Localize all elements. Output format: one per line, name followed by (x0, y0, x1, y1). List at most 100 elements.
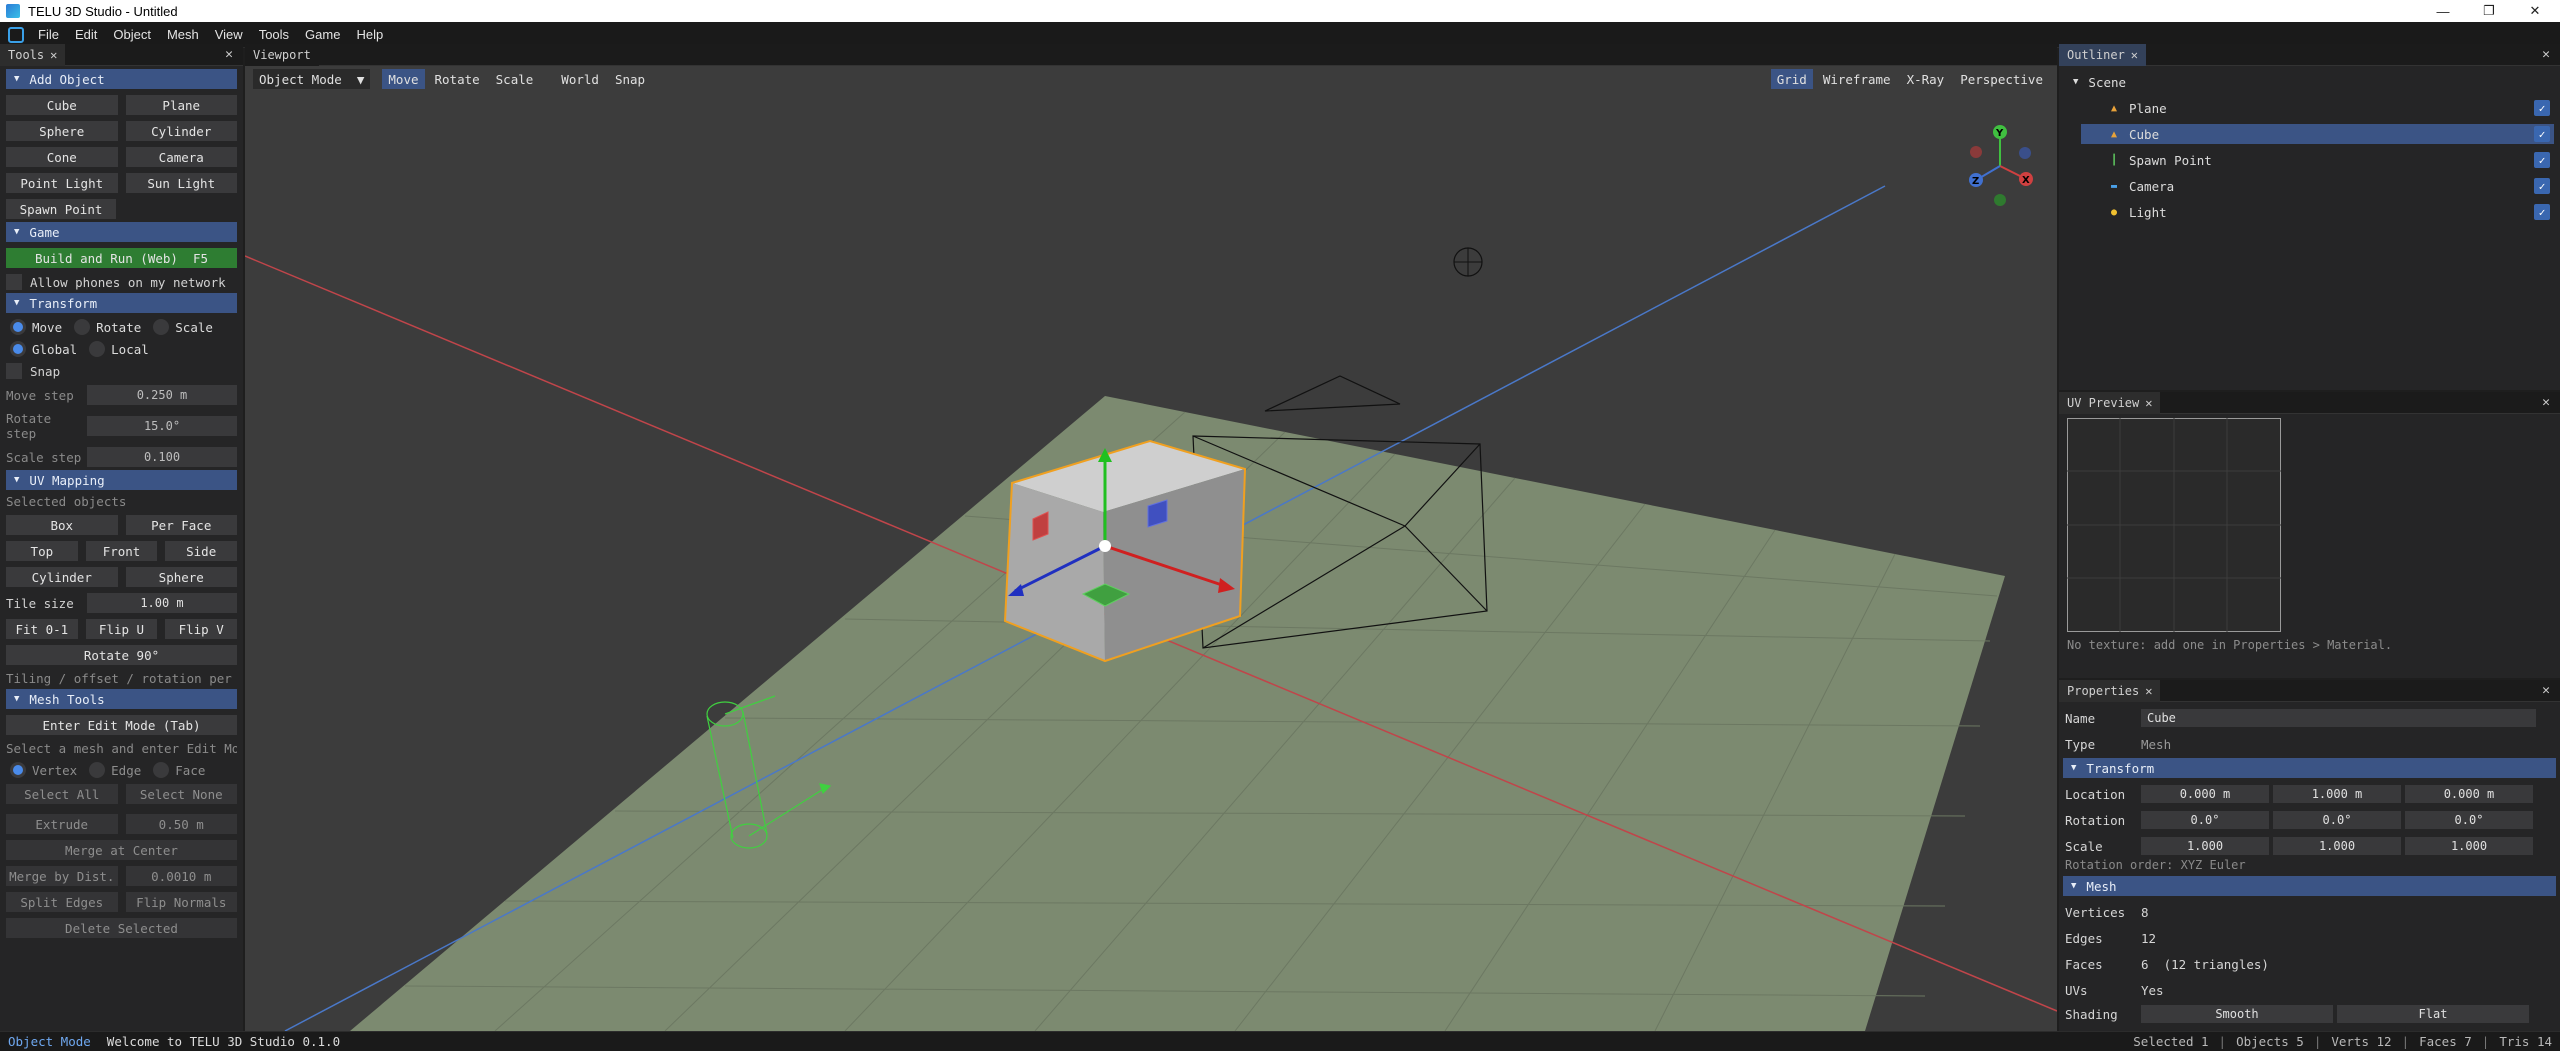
outliner-item-plane[interactable]: ▲ Plane ✓ (2081, 98, 2554, 118)
rotation-y-field[interactable]: 0.0° (2273, 811, 2401, 829)
local-radio[interactable] (89, 341, 106, 357)
close-panel-icon[interactable]: ✕ (2542, 47, 2550, 62)
snap-toggle-button[interactable]: Snap (609, 69, 651, 89)
add-cube-button[interactable]: Cube (6, 95, 118, 115)
menu-view[interactable]: View (207, 27, 251, 42)
scale-z-field[interactable]: 1.000 (2405, 837, 2533, 855)
snap-checkbox[interactable] (6, 363, 22, 379)
merge-by-distance-button[interactable]: Merge by Dist. (6, 866, 118, 886)
visibility-checkbox[interactable]: ✓ (2534, 178, 2550, 194)
world-space-button[interactable]: World (555, 69, 605, 89)
tab-properties[interactable]: Properties ✕ (2059, 680, 2161, 702)
menu-mesh[interactable]: Mesh (159, 27, 207, 42)
close-tab-icon[interactable]: ✕ (2131, 48, 2138, 62)
select-all-button[interactable]: Select All (6, 784, 118, 804)
menu-file[interactable]: File (30, 27, 67, 42)
close-panel-icon[interactable]: ✕ (2542, 395, 2550, 410)
merge-distance-field[interactable]: 0.0010 m (125, 866, 237, 886)
uv-flip-v-button[interactable]: Flip V (165, 619, 238, 639)
uv-side-button[interactable]: Side (165, 541, 238, 561)
allow-phones-checkbox[interactable] (6, 274, 22, 290)
light-gizmo[interactable] (1453, 247, 1483, 277)
menu-edit[interactable]: Edit (67, 27, 105, 42)
extrude-amount-field[interactable]: 0.50 m (125, 814, 237, 834)
visibility-checkbox[interactable]: ✓ (2534, 204, 2550, 220)
tab-uv-preview[interactable]: UV Preview ✕ (2059, 391, 2161, 414)
rotation-x-field[interactable]: 0.0° (2141, 811, 2269, 829)
add-sphere-button[interactable]: Sphere (6, 121, 118, 141)
delete-selected-button[interactable]: Delete Selected (6, 918, 237, 938)
location-y-field[interactable]: 1.000 m (2273, 785, 2401, 803)
add-cone-button[interactable]: Cone (6, 147, 118, 167)
add-plane-button[interactable]: Plane (125, 95, 237, 115)
outliner-item-camera[interactable]: ▬ Camera ✓ (2081, 176, 2554, 196)
uv-rotate-button[interactable]: Rotate 90° (6, 645, 237, 665)
wireframe-toggle[interactable]: Wireframe (1817, 69, 1897, 89)
uv-box-button[interactable]: Box (6, 515, 118, 535)
flip-normals-button[interactable]: Flip Normals (125, 892, 237, 912)
uv-preview-canvas[interactable] (2067, 418, 2281, 632)
add-spawn-point-button[interactable]: Spawn Point (6, 199, 116, 219)
move-radio[interactable] (10, 319, 26, 335)
section-properties-mesh[interactable]: ▼ Mesh (2063, 876, 2556, 896)
outliner-item-cube[interactable]: ▲ Cube ✓ (2081, 124, 2554, 144)
add-camera-button[interactable]: Camera (125, 147, 237, 167)
object-mode-dropdown[interactable]: Object Mode ▼ (253, 69, 371, 89)
menu-help[interactable]: Help (348, 27, 391, 42)
section-game[interactable]: ▼ Game (6, 222, 237, 242)
uv-per-face-button[interactable]: Per Face (125, 515, 237, 535)
add-cylinder-button[interactable]: Cylinder (125, 121, 237, 141)
shading-smooth-button[interactable]: Smooth (2141, 1005, 2333, 1023)
outliner-item-spawn-point[interactable]: ┃ Spawn Point ✓ (2081, 150, 2554, 170)
menu-game[interactable]: Game (297, 27, 348, 42)
tab-outliner[interactable]: Outliner ✕ (2059, 43, 2147, 66)
scene-root[interactable]: ▼ Scene (2073, 72, 2554, 92)
location-x-field[interactable]: 0.000 m (2141, 785, 2269, 803)
visibility-checkbox[interactable]: ✓ (2534, 126, 2550, 142)
perspective-toggle[interactable]: Perspective (1954, 69, 2049, 89)
close-tab-icon[interactable]: ✕ (2145, 396, 2152, 410)
close-window-icon[interactable]: ✕ (2512, 0, 2558, 22)
viewport-panel[interactable]: Viewport Y X Z Object Mode ▼ Move Rotate… (245, 43, 2057, 1031)
split-edges-button[interactable]: Split Edges (6, 892, 118, 912)
extrude-button[interactable]: Extrude (6, 814, 118, 834)
move-step-field[interactable]: 0.250 m (87, 385, 237, 405)
scale-x-field[interactable]: 1.000 (2141, 837, 2269, 855)
restore-icon[interactable]: ❐ (2466, 0, 2512, 22)
scale-y-field[interactable]: 1.000 (2273, 837, 2401, 855)
menu-tools[interactable]: Tools (251, 27, 297, 42)
uv-flip-u-button[interactable]: Flip U (85, 619, 158, 639)
add-point-light-button[interactable]: Point Light (6, 173, 118, 193)
build-and-run-button[interactable]: Build and Run (Web) F5 (6, 248, 237, 268)
scale-radio[interactable] (153, 319, 170, 335)
location-z-field[interactable]: 0.000 m (2405, 785, 2533, 803)
uv-sphere-button[interactable]: Sphere (125, 567, 237, 587)
minimize-icon[interactable]: — (2420, 0, 2466, 22)
tab-tools[interactable]: Tools ✕ (0, 43, 66, 66)
outliner-item-light[interactable]: ● Light ✓ (2081, 202, 2554, 222)
section-uv-mapping[interactable]: ▼ UV Mapping (6, 470, 237, 490)
menu-object[interactable]: Object (105, 27, 159, 42)
merge-at-center-button[interactable]: Merge at Center (6, 840, 237, 860)
select-none-button[interactable]: Select None (125, 784, 237, 804)
section-transform[interactable]: ▼ Transform (6, 293, 237, 313)
grid-toggle[interactable]: Grid (1770, 69, 1813, 89)
scale-step-field[interactable]: 0.100 (87, 447, 237, 467)
rotate-tool-button[interactable]: Rotate (429, 69, 486, 89)
visibility-checkbox[interactable]: ✓ (2534, 152, 2550, 168)
close-panel-icon[interactable]: ✕ (2542, 683, 2550, 698)
tile-size-field[interactable]: 1.00 m (87, 593, 237, 613)
close-tab-icon[interactable]: ✕ (2145, 684, 2152, 698)
edge-radio[interactable] (89, 762, 106, 778)
close-panel-icon[interactable]: ✕ (225, 47, 233, 62)
visibility-checkbox[interactable]: ✓ (2534, 100, 2550, 116)
rotate-radio[interactable] (74, 319, 91, 335)
vertex-radio[interactable] (10, 762, 26, 778)
add-sun-light-button[interactable]: Sun Light (125, 173, 237, 193)
uv-top-button[interactable]: Top (6, 541, 78, 561)
name-field[interactable]: Cube (2141, 709, 2536, 727)
enter-edit-mode-button[interactable]: Enter Edit Mode (Tab) (6, 715, 237, 735)
uv-front-button[interactable]: Front (85, 541, 158, 561)
xray-toggle[interactable]: X-Ray (1901, 69, 1951, 89)
global-radio[interactable] (10, 341, 26, 357)
